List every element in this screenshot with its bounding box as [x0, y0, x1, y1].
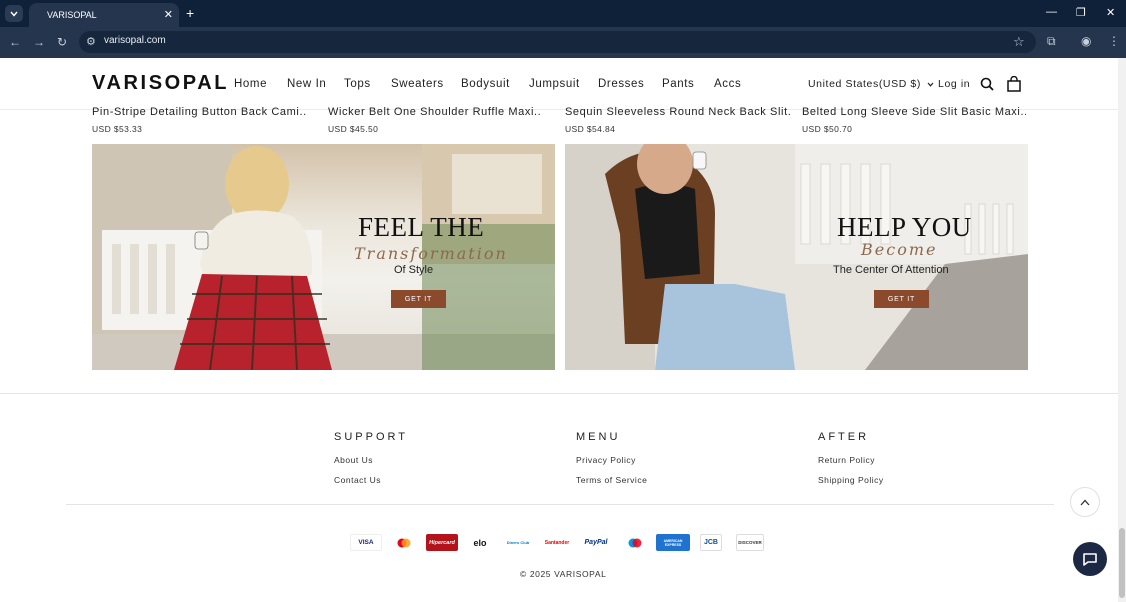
- footer-link-contact-us[interactable]: Contact Us: [334, 475, 381, 485]
- visa-icon: VISA: [350, 534, 382, 551]
- site-logo[interactable]: VARISOPAL: [92, 72, 229, 95]
- diners-club-icon: Diners Club: [502, 534, 534, 551]
- chevron-down-icon: [927, 82, 933, 87]
- back-icon[interactable]: ←: [9, 35, 21, 49]
- currency-selector[interactable]: United States(USD $): [808, 78, 934, 90]
- new-tab-button[interactable]: +: [186, 5, 194, 21]
- search-icon[interactable]: [980, 77, 994, 91]
- scrollbar-thumb[interactable]: [1119, 528, 1125, 598]
- jcb-icon: JCB: [700, 534, 722, 551]
- login-link[interactable]: Log in: [938, 78, 970, 90]
- chevron-up-icon: [1080, 499, 1090, 505]
- footer-link-privacy-policy[interactable]: Privacy Policy: [576, 455, 636, 465]
- nav-bodysuit[interactable]: Bodysuit: [461, 78, 510, 90]
- banner-subtitle: Of Style: [394, 264, 434, 276]
- more-menu-icon[interactable]: ⋮: [1108, 34, 1120, 48]
- tab-title: VARISOPAL: [47, 10, 97, 20]
- footer-link-return-policy[interactable]: Return Policy: [818, 455, 875, 465]
- amex-icon: AMERICAN EXPRESS: [656, 534, 690, 551]
- maestro-icon: [620, 534, 650, 551]
- product-price: USD $53.33: [92, 124, 143, 134]
- minimize-icon[interactable]: —: [1046, 6, 1057, 18]
- nav-sweaters[interactable]: Sweaters: [391, 78, 444, 90]
- site-info-icon[interactable]: ⚙: [86, 35, 96, 48]
- close-window-icon[interactable]: ✕: [1106, 6, 1115, 19]
- footer-heading-after: AFTER: [818, 431, 870, 443]
- nav-home[interactable]: Home: [234, 78, 267, 90]
- product-title[interactable]: Sequin Sleeveless Round Neck Back Slit..…: [565, 106, 791, 118]
- nav-dresses[interactable]: Dresses: [598, 78, 644, 90]
- restore-icon[interactable]: ❐: [1076, 6, 1086, 19]
- reload-icon[interactable]: ↻: [57, 35, 67, 49]
- chat-button[interactable]: [1073, 542, 1107, 576]
- mastercard-icon: [388, 534, 420, 551]
- promo-banner-attention[interactable]: HELP YOU Become The Center Of Attention …: [565, 144, 1028, 370]
- santander-icon: Santander: [540, 534, 574, 551]
- footer-link-terms-of-service[interactable]: Terms of Service: [576, 475, 647, 485]
- nav-tops[interactable]: Tops: [344, 78, 371, 90]
- nav-jumpsuit[interactable]: Jumpsuit: [529, 78, 580, 90]
- product-title[interactable]: Belted Long Sleeve Side Slit Basic Maxi.…: [802, 106, 1026, 118]
- banner-title: HELP YOU: [837, 212, 972, 242]
- hipercard-icon: Hipercard: [426, 534, 458, 551]
- nav-new-in[interactable]: New In: [287, 78, 326, 90]
- product-title[interactable]: Wicker Belt One Shoulder Ruffle Maxi...: [328, 106, 542, 118]
- get-it-button[interactable]: GET IT: [391, 290, 446, 308]
- copyright-text: © 2025 VARISOPAL: [520, 569, 607, 579]
- get-it-button[interactable]: GET IT: [874, 290, 929, 308]
- currency-label: United States(USD $): [808, 78, 921, 90]
- nav-pants[interactable]: Pants: [662, 78, 694, 90]
- promo-banner-style[interactable]: FEEL THE Transformation Of Style GET IT: [92, 144, 555, 370]
- footer-link-shipping-policy[interactable]: Shipping Policy: [818, 475, 884, 485]
- footer-divider: [0, 393, 1118, 394]
- scrollbar-track[interactable]: [1118, 58, 1126, 602]
- product-title[interactable]: Pin-Stripe Detailing Button Back Cami...: [92, 106, 306, 118]
- forward-icon[interactable]: →: [33, 35, 45, 49]
- footer-link-about-us[interactable]: About Us: [334, 455, 373, 465]
- profile-icon[interactable]: ◉: [1081, 34, 1091, 48]
- product-price: USD $45.50: [328, 124, 379, 134]
- chevron-down-icon: [10, 11, 18, 17]
- back-to-top-button[interactable]: [1070, 487, 1100, 517]
- close-icon[interactable]: ✕: [164, 8, 173, 21]
- banner-script-text: Transformation: [354, 244, 508, 263]
- chat-bubble-icon: [1083, 552, 1097, 566]
- footer-heading-menu: MENU: [576, 431, 621, 443]
- product-price: USD $54.84: [565, 124, 616, 134]
- browser-tab[interactable]: VARISOPAL ✕: [29, 3, 179, 27]
- paypal-icon: PayPal: [578, 534, 614, 551]
- banner-title: FEEL THE: [358, 212, 485, 242]
- address-bar[interactable]: [79, 31, 1036, 53]
- footer-divider-bottom: [66, 504, 1054, 505]
- url-text[interactable]: varisopal.com: [104, 35, 166, 46]
- banner-script-text: Become: [861, 240, 938, 259]
- banner-photo-woman-black-tank: [565, 144, 1028, 370]
- extensions-icon[interactable]: ⧉: [1047, 34, 1056, 49]
- shopping-bag-icon[interactable]: [1007, 76, 1021, 92]
- banner-subtitle: The Center Of Attention: [833, 264, 949, 276]
- nav-accs[interactable]: Accs: [714, 78, 741, 90]
- tab-search-button[interactable]: [5, 5, 23, 22]
- bookmark-star-icon[interactable]: ☆: [1013, 34, 1025, 50]
- discover-icon: DISCOVER: [736, 534, 764, 551]
- product-price: USD $50.70: [802, 124, 853, 134]
- elo-icon: elo: [464, 534, 496, 551]
- footer-heading-support: SUPPORT: [334, 431, 408, 443]
